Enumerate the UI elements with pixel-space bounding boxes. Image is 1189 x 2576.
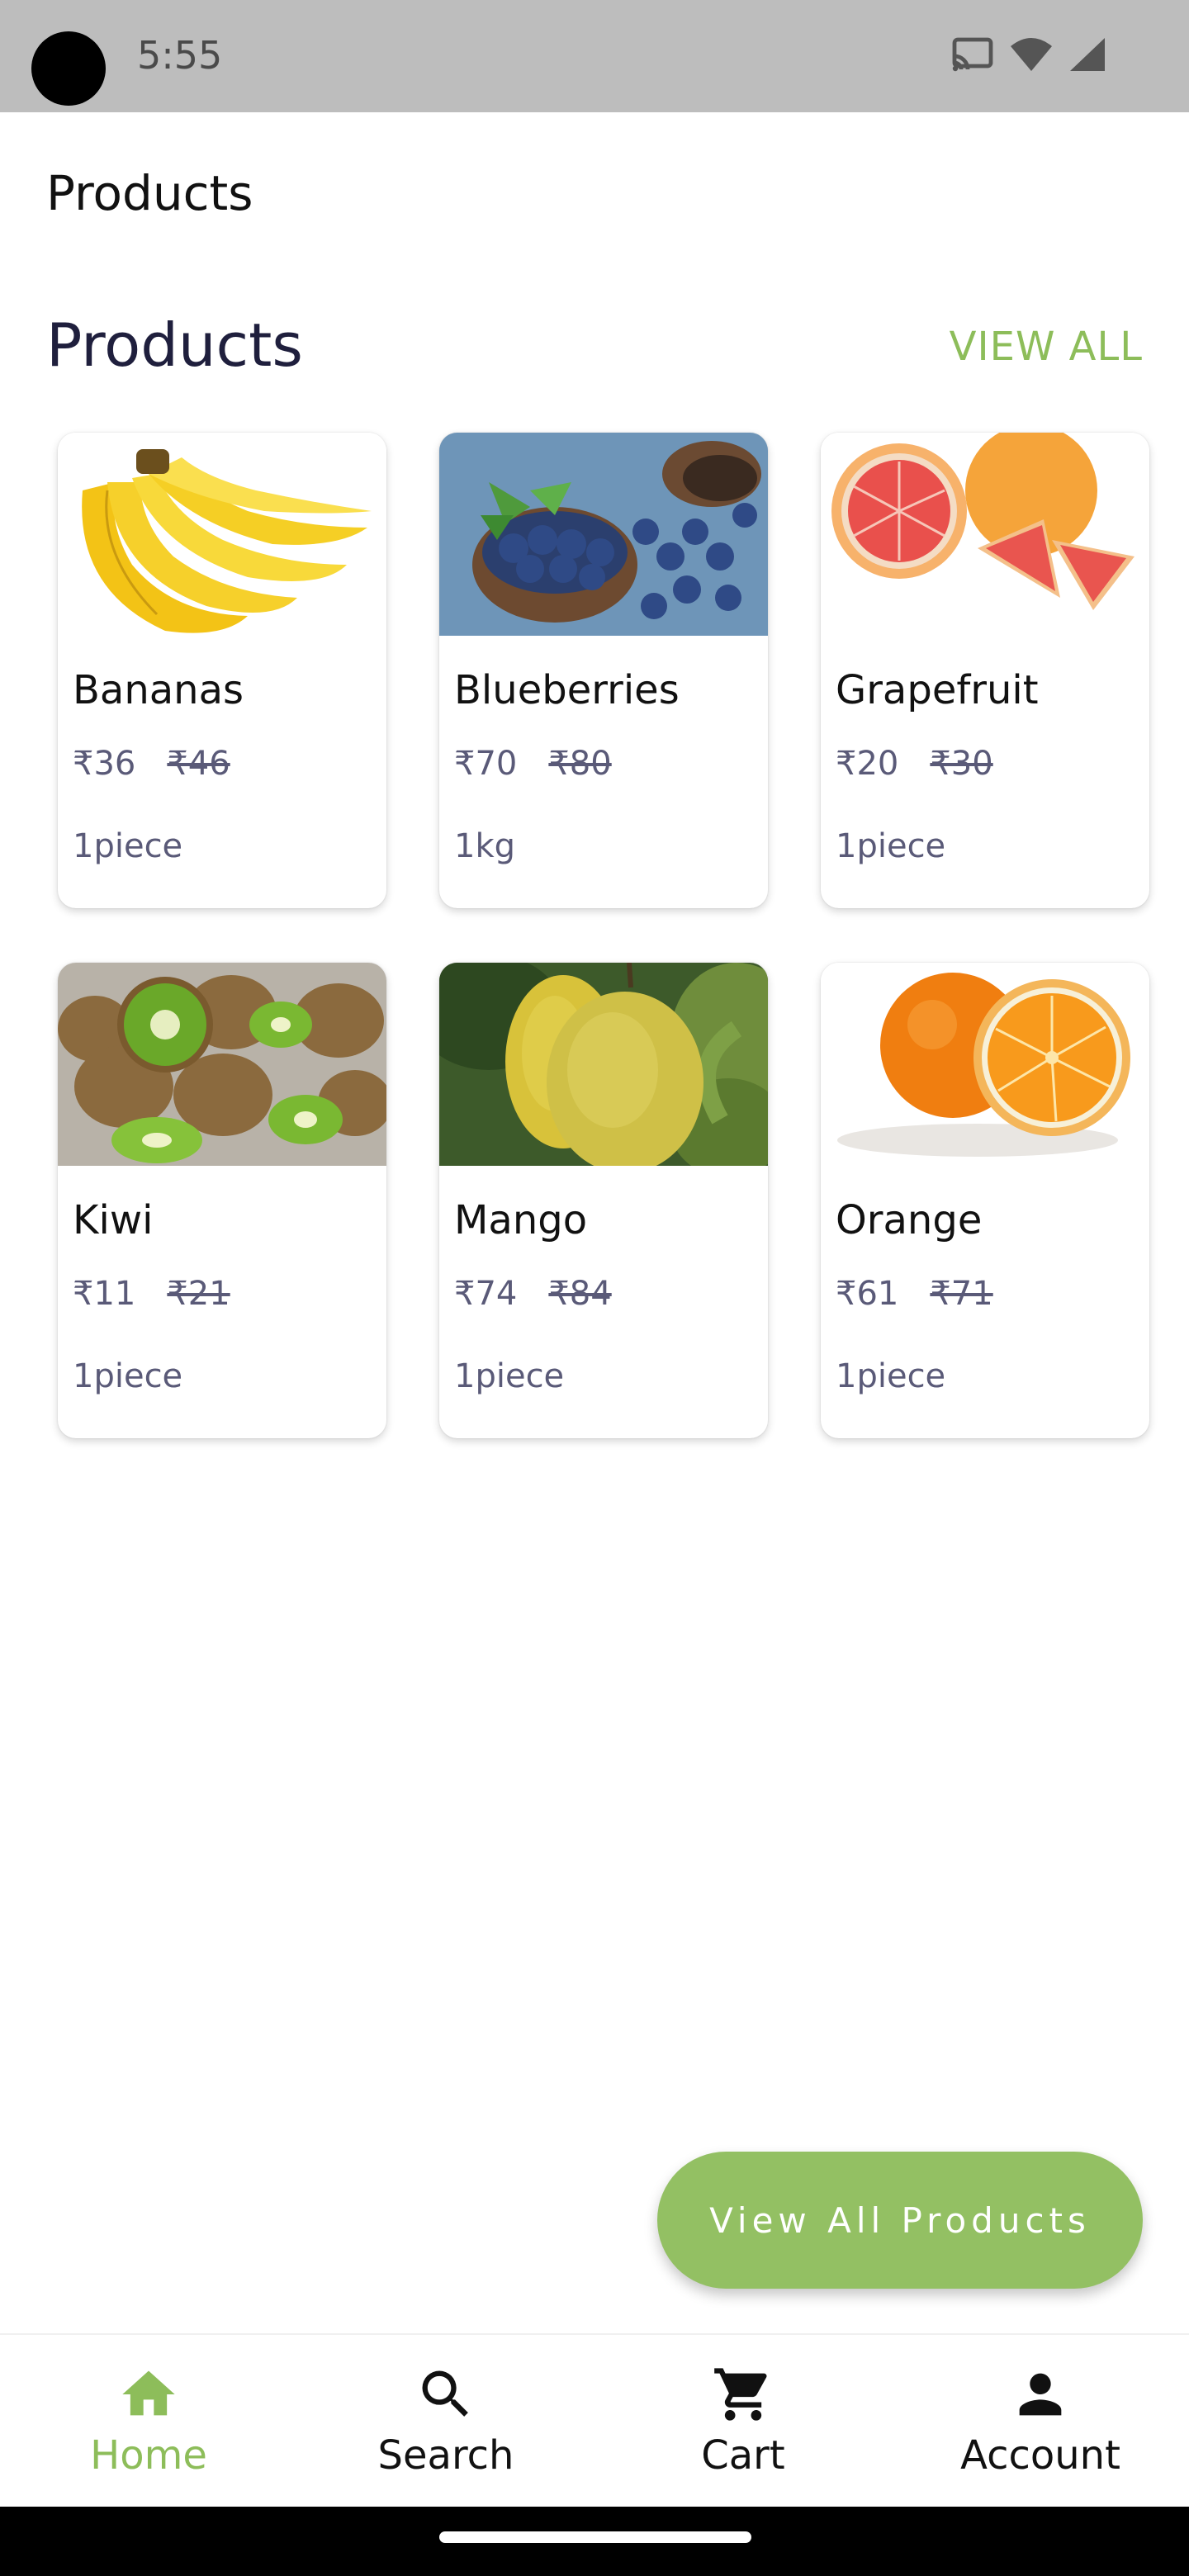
search-icon (422, 2370, 468, 2417)
product-unit: 1piece (73, 1357, 183, 1395)
product-prices: ₹74 ₹84 (454, 1275, 612, 1313)
home-gesture-pill[interactable] (439, 2531, 751, 2543)
status-bar: 5:55 (0, 0, 1189, 112)
product-prices: ₹36 ₹46 (73, 745, 230, 783)
view-all-link[interactable]: VIEW ALL (950, 324, 1143, 370)
nav-item-home[interactable]: Home (0, 2335, 297, 2507)
wifi-icon (1011, 38, 1052, 71)
product-card-blueberries[interactable]: Blueberries ₹70 ₹80 1kg (439, 433, 768, 908)
product-name: Orange (836, 1197, 983, 1243)
product-price: ₹70 (454, 745, 518, 783)
app-bar-title: Products (46, 165, 253, 221)
product-unit: 1piece (836, 1357, 946, 1395)
cart-icon (714, 2368, 767, 2421)
product-image-mango (439, 963, 768, 1166)
product-image-bananas (58, 433, 386, 636)
product-image-kiwi (58, 963, 386, 1166)
nav-label-account: Account (960, 2432, 1120, 2479)
signal-icon (1070, 38, 1105, 71)
camera-cutout (31, 31, 106, 106)
product-unit: 1piece (73, 827, 183, 865)
product-old-price: ₹46 (167, 745, 230, 783)
nav-label-home: Home (90, 2432, 207, 2479)
product-name: Grapefruit (836, 667, 1039, 713)
product-price: ₹74 (454, 1275, 518, 1313)
product-unit: 1piece (836, 827, 946, 865)
product-name: Blueberries (454, 667, 680, 713)
nav-label-cart: Cart (701, 2432, 785, 2479)
nav-item-search[interactable]: Search (297, 2335, 594, 2507)
product-unit: 1kg (454, 827, 516, 865)
product-name: Kiwi (73, 1197, 154, 1243)
nav-label-search: Search (377, 2432, 514, 2479)
product-card-orange[interactable]: Orange ₹61 ₹71 1piece (821, 963, 1149, 1438)
product-image-orange (821, 963, 1149, 1166)
product-old-price: ₹84 (548, 1275, 612, 1313)
product-card-mango[interactable]: Mango ₹74 ₹84 1piece (439, 963, 768, 1438)
home-icon (122, 2370, 175, 2416)
product-unit: 1piece (454, 1357, 565, 1395)
product-old-price: ₹30 (930, 745, 993, 783)
product-grid: Bananas ₹36 ₹46 1piece Blueberries ₹70 ₹… (58, 433, 1149, 1438)
product-card-grapefruit[interactable]: Grapefruit ₹20 ₹30 1piece (821, 433, 1149, 908)
account-icon (1019, 2373, 1062, 2416)
product-price: ₹61 (836, 1275, 899, 1313)
product-card-bananas[interactable]: Bananas ₹36 ₹46 1piece (58, 433, 386, 908)
nav-item-cart[interactable]: Cart (594, 2335, 892, 2507)
status-time: 5:55 (137, 33, 223, 78)
nav-item-account[interactable]: Account (892, 2335, 1189, 2507)
product-image-grapefruit (821, 433, 1149, 636)
product-price: ₹36 (73, 745, 136, 783)
product-card-kiwi[interactable]: Kiwi ₹11 ₹21 1piece (58, 963, 386, 1438)
view-all-products-button[interactable]: View All Products (657, 2152, 1143, 2289)
system-nav-bar (0, 2507, 1189, 2576)
product-prices: ₹61 ₹71 (836, 1275, 993, 1313)
product-price: ₹11 (73, 1275, 136, 1313)
product-name: Bananas (73, 667, 244, 713)
product-name: Mango (454, 1197, 588, 1243)
cast-icon (952, 37, 993, 72)
product-prices: ₹20 ₹30 (836, 745, 993, 783)
product-prices: ₹11 ₹21 (73, 1275, 230, 1313)
product-price: ₹20 (836, 745, 899, 783)
status-icons (951, 36, 1106, 73)
product-old-price: ₹21 (167, 1275, 230, 1313)
product-image-blueberries (439, 433, 768, 636)
bottom-nav: Home Search Cart Account (0, 2333, 1189, 2507)
product-prices: ₹70 ₹80 (454, 745, 612, 783)
product-old-price: ₹71 (930, 1275, 993, 1313)
product-old-price: ₹80 (548, 745, 612, 783)
section-title: Products (46, 310, 303, 380)
